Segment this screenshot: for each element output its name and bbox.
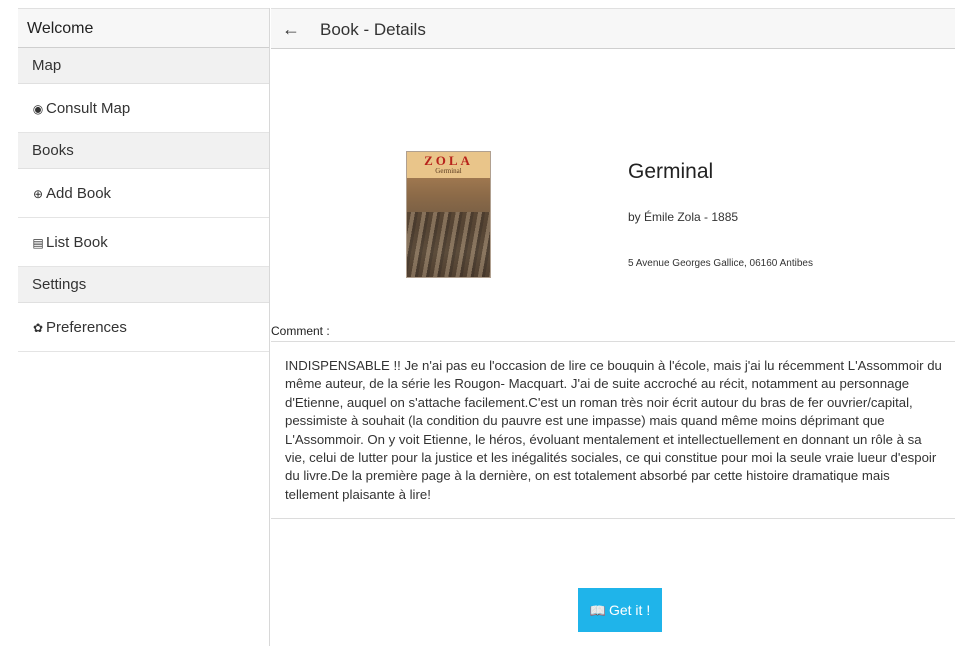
get-it-button[interactable]: 📖 Get it ! (578, 588, 662, 632)
page-title: Book - Details (320, 20, 426, 39)
sidebar-item-label: List Book (46, 234, 108, 251)
book-icon: 📖 (589, 602, 606, 618)
app-window: Welcome Map ◉ Consult Map Books ⊕ Add Book… (18, 8, 955, 646)
sidebar-group-settings: Settings (18, 267, 269, 303)
cover-title-text: Germinal (435, 167, 462, 175)
book-details-panel: ← Book - Details ZOLA Germinal Germinal b… (271, 8, 955, 646)
sidebar-group-books: Books (18, 133, 269, 169)
book-cover-image: ZOLA Germinal (406, 151, 491, 278)
sidebar-item-label: Preferences (46, 319, 127, 336)
book-author: by Émile Zola - 1885 (628, 210, 739, 224)
cover-illustration (407, 212, 490, 277)
sidebar-item-label: Add Book (46, 185, 112, 202)
sidebar: Welcome Map ◉ Consult Map Books ⊕ Add Book… (18, 8, 270, 646)
globe-icon: ◉ (32, 102, 44, 116)
get-it-label: Get it ! (608, 601, 651, 618)
book-title: Germinal (628, 160, 714, 183)
gear-icon: ✿ (32, 321, 44, 335)
plus-circle-icon: ⊕ (32, 187, 44, 201)
sidebar-header: Welcome (18, 8, 269, 48)
sidebar-group-map: Map (18, 48, 269, 84)
book-address: 5 Avenue Georges Gallice, 06160 Antibes (628, 258, 813, 269)
sidebar-item-add-book[interactable]: ⊕ Add Book (18, 169, 269, 218)
sidebar-item-list-book[interactable]: ▤ List Book (18, 218, 269, 267)
sidebar-item-preferences[interactable]: ✿ Preferences (18, 303, 269, 352)
sidebar-item-label: Consult Map (46, 100, 131, 117)
comment-text: INDISPENSABLE !! Je n'ai pas eu l'occasi… (271, 341, 955, 519)
sidebar-item-consult-map[interactable]: ◉ Consult Map (18, 84, 269, 133)
comment-label: Comment : (271, 324, 330, 338)
back-arrow-icon[interactable]: ← (276, 9, 306, 49)
list-icon: ▤ (32, 236, 44, 250)
top-bar: ← Book - Details (271, 8, 955, 49)
